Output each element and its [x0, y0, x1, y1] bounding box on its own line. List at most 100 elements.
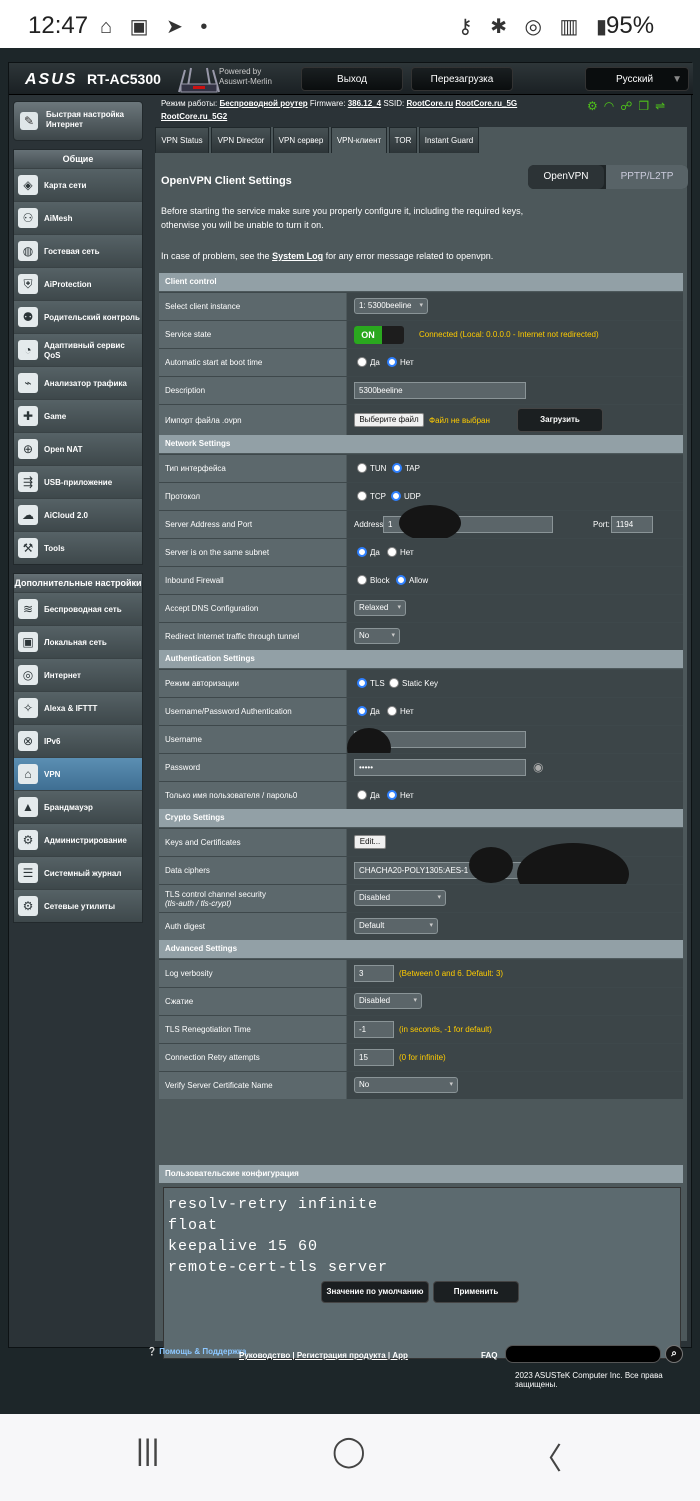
- autostart-yes-radio[interactable]: [357, 357, 367, 367]
- asus-logo[interactable]: ASUS: [25, 71, 77, 89]
- reboot-button[interactable]: Перезагрузка: [411, 67, 513, 91]
- parental-control-icon: ⚉: [18, 307, 38, 327]
- back-icon[interactable]: 〈: [532, 1434, 562, 1478]
- firmware-link[interactable]: 386.12_4: [348, 99, 381, 108]
- block-radio[interactable]: [357, 575, 367, 585]
- router-page: ASUS RT-AC5300 Powered by Asuswrt-Merlin…: [0, 48, 700, 1414]
- eye-icon[interactable]: ◉: [533, 760, 543, 774]
- sidebar-item-open-nat[interactable]: ⊕ Open NAT: [14, 432, 142, 465]
- tun-radio[interactable]: [357, 463, 367, 473]
- vpn-type-switch: OpenVPN PPTP/L2TP: [528, 165, 688, 189]
- sidebar-item-lan[interactable]: ▣ Локальная сеть: [14, 625, 142, 658]
- copy-icon[interactable]: ❐: [638, 99, 655, 113]
- retry-input[interactable]: 15: [354, 1049, 394, 1066]
- tls-security-select[interactable]: Disabled ▾: [354, 890, 446, 906]
- instance-select[interactable]: 1: 5300beeline ▾: [354, 298, 428, 314]
- firewall-icon: ▲: [18, 797, 38, 817]
- sidebar-item-wireless[interactable]: ≋ Беспроводная сеть: [14, 592, 142, 625]
- userpass-no-radio[interactable]: [387, 706, 397, 716]
- sidebar-item-network-tools[interactable]: ⚙ Сетевые утилиты: [14, 889, 142, 922]
- sidebar-item-tools[interactable]: ⚒ Tools: [14, 531, 142, 564]
- tab-vpn-server[interactable]: VPN сервер: [273, 127, 329, 153]
- sidebar-item-qos[interactable]: ◔ Адаптивный сервис QoS: [14, 333, 142, 366]
- recent-apps-icon[interactable]: |||: [136, 1434, 159, 1468]
- tab-vpn-director[interactable]: VPN Director: [211, 127, 271, 153]
- upload-button[interactable]: Загрузить: [517, 408, 603, 432]
- switch-pptp[interactable]: PPTP/L2TP: [606, 165, 688, 189]
- custom-config-textarea[interactable]: resolv-retry infinite float keepalive 15…: [163, 1187, 681, 1359]
- game-icon: ✚: [18, 406, 38, 426]
- sidebar-item-guest-network[interactable]: ◍ Гостевая сеть: [14, 234, 142, 267]
- useronly-no-radio[interactable]: [387, 790, 397, 800]
- quick-setup-button[interactable]: ✎ Быстрая настройка Интернет: [13, 101, 143, 141]
- sidebar-item-vpn[interactable]: ⌂ VPN: [14, 757, 142, 790]
- udp-radio[interactable]: [391, 491, 401, 501]
- port-input[interactable]: 1194: [611, 516, 653, 533]
- sidebar-item-ipv6[interactable]: ⊗ IPv6: [14, 724, 142, 757]
- service-toggle[interactable]: ON: [354, 326, 404, 344]
- search-icon[interactable]: ⌕: [665, 1345, 683, 1363]
- sidebar-item-admin[interactable]: ⚙ Администрирование: [14, 823, 142, 856]
- subnet-yes-radio[interactable]: [357, 547, 367, 557]
- autostart-no-radio[interactable]: [387, 357, 397, 367]
- ssid-link-2[interactable]: RootCore.ru_5G: [455, 99, 517, 108]
- faq-search-input[interactable]: [505, 1345, 661, 1363]
- tab-instant-guard[interactable]: Instant Guard: [419, 127, 479, 153]
- subnet-no-radio[interactable]: [387, 547, 397, 557]
- switch-openvpn[interactable]: OpenVPN: [528, 165, 604, 189]
- userpass-yes-radio[interactable]: [357, 706, 367, 716]
- sidebar-item-parental-control[interactable]: ⚉ Родительский контроль: [14, 300, 142, 333]
- logout-button[interactable]: Выход: [301, 67, 403, 91]
- gear-icon[interactable]: ⚙: [587, 99, 604, 113]
- usb-icon[interactable]: ⇌: [655, 99, 671, 113]
- sidebar-item-network-map[interactable]: ◈ Карта сети: [14, 168, 142, 201]
- home-icon[interactable]: ◯: [332, 1434, 366, 1469]
- password-input[interactable]: •••••: [354, 759, 526, 776]
- dns-select[interactable]: Relaxed ▾: [354, 600, 406, 616]
- tls-radio[interactable]: [357, 678, 367, 688]
- sidebar-item-usb[interactable]: ⇶ USB-приложение: [14, 465, 142, 498]
- system-log-link[interactable]: System Log: [272, 251, 323, 261]
- tap-radio[interactable]: [392, 463, 402, 473]
- ssid-link-1[interactable]: RootCore.ru: [406, 99, 453, 108]
- sidebar-item-game[interactable]: ✚ Game: [14, 399, 142, 432]
- tcp-radio[interactable]: [357, 491, 367, 501]
- reneg-input[interactable]: -1: [354, 1021, 394, 1038]
- sidebar-item-aiprotection[interactable]: ⛨ AiProtection: [14, 267, 142, 300]
- help-support-link[interactable]: ❔ Помощь & Поддержка: [147, 1347, 246, 1356]
- chevron-down-icon: ▾: [391, 632, 395, 639]
- tab-vpn-status[interactable]: VPN Status: [155, 127, 209, 153]
- sidebar-item-firewall[interactable]: ▲ Брандмауэр: [14, 790, 142, 823]
- row-server-address: Server Address and Port Address: 1 Port:…: [159, 505, 683, 541]
- sidebar-item-syslog[interactable]: ☰ Системный журнал: [14, 856, 142, 889]
- edit-keys-button[interactable]: Edit...: [354, 835, 386, 849]
- ssid-link-3[interactable]: RootCore.ru_5G2: [161, 112, 227, 121]
- wifi-icon[interactable]: ◠: [604, 99, 620, 113]
- auth-digest-select[interactable]: Default ▾: [354, 918, 438, 934]
- footer-links[interactable]: Руководство | Регистрация продукта | App: [239, 1351, 408, 1360]
- row-import-ovpn: Импорт файла .ovpn Выберите файл Файл не…: [159, 404, 683, 436]
- default-button[interactable]: Значение по умолчанию: [321, 1281, 429, 1303]
- chevron-down-icon: ▾: [437, 894, 441, 901]
- sidebar-item-wan[interactable]: ◎ Интернет: [14, 658, 142, 691]
- useronly-yes-radio[interactable]: [357, 790, 367, 800]
- tab-vpn-client[interactable]: VPN-клиент: [331, 127, 387, 153]
- sidebar-item-aimesh[interactable]: ⚇ AiMesh: [14, 201, 142, 234]
- description-input[interactable]: 5300beeline: [354, 382, 526, 399]
- verbosity-input[interactable]: 3: [354, 965, 394, 982]
- choose-file-button[interactable]: Выберите файл: [354, 413, 424, 427]
- link-icon[interactable]: ☍: [620, 99, 638, 113]
- language-select[interactable]: Русский ▼: [585, 67, 689, 91]
- allow-radio[interactable]: [396, 575, 406, 585]
- sidebar-item-aicloud[interactable]: ☁ AiCloud 2.0: [14, 498, 142, 531]
- row-redirect: Redirect Internet traffic through tunnel…: [159, 622, 683, 650]
- apply-button[interactable]: Применить: [433, 1281, 519, 1303]
- mode-link[interactable]: Беспроводной роутер: [220, 99, 308, 108]
- tab-tor[interactable]: TOR: [389, 127, 417, 153]
- compression-select[interactable]: Disabled ▾: [354, 993, 422, 1009]
- sidebar-item-traffic-analyzer[interactable]: ⌁ Анализатор трафика: [14, 366, 142, 399]
- verify-cert-select[interactable]: No ▾: [354, 1077, 458, 1093]
- redirect-select[interactable]: No ▾: [354, 628, 400, 644]
- static-key-radio[interactable]: [389, 678, 399, 688]
- sidebar-item-alexa[interactable]: ✧ Alexa & IFTTT: [14, 691, 142, 724]
